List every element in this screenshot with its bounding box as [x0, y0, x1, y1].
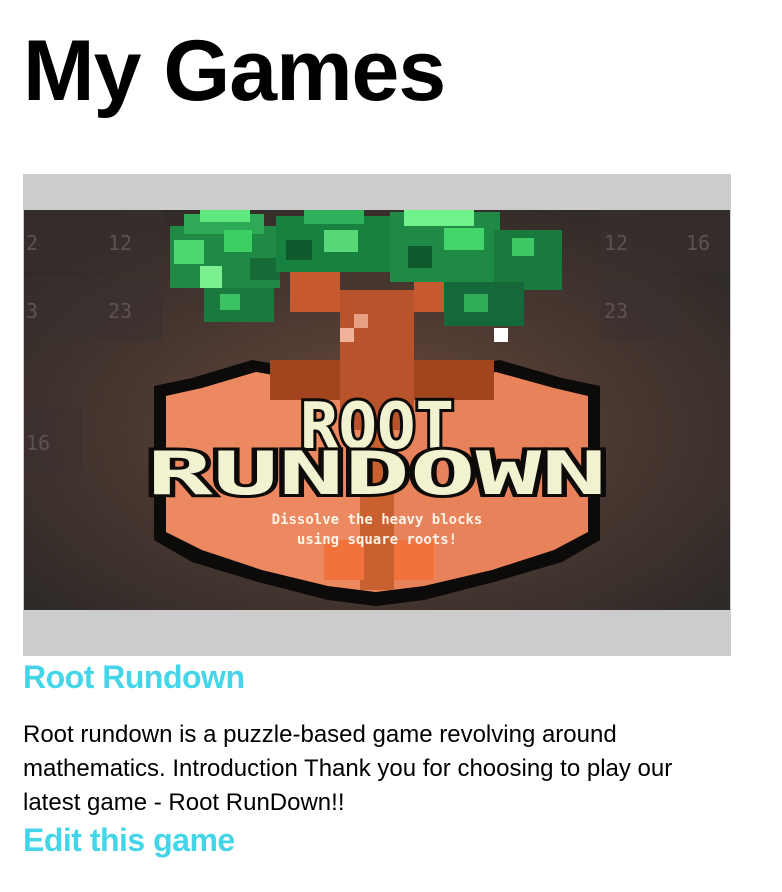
thumbnail-tagline-line1: Dissolve the heavy blocks: [272, 512, 483, 528]
bg-number: 23: [108, 299, 132, 323]
bg-number: 16: [686, 231, 710, 255]
thumbnail-title-line2: RUNDOWN: [147, 439, 607, 509]
page-title: My Games: [23, 23, 446, 119]
bg-number: 23: [604, 299, 628, 323]
bg-number: 2: [26, 231, 38, 255]
game-thumbnail-image: 2 12 12 16 3 23 23 16 ROOT ROOT RUNDOWN …: [24, 210, 730, 610]
game-description: Root rundown is a puzzle-based game revo…: [23, 721, 673, 816]
bg-number: 16: [26, 431, 50, 455]
game-title-link[interactable]: Root Rundown: [23, 657, 245, 697]
bg-number: 12: [108, 231, 132, 255]
bg-number: 3: [26, 299, 38, 323]
edit-game-link[interactable]: Edit this game: [23, 820, 235, 860]
game-thumbnail[interactable]: 2 12 12 16 3 23 23 16 ROOT ROOT RUNDOWN …: [23, 174, 731, 656]
thumbnail-tagline-line2: using square roots!: [297, 532, 457, 548]
bg-number: 12: [604, 231, 628, 255]
